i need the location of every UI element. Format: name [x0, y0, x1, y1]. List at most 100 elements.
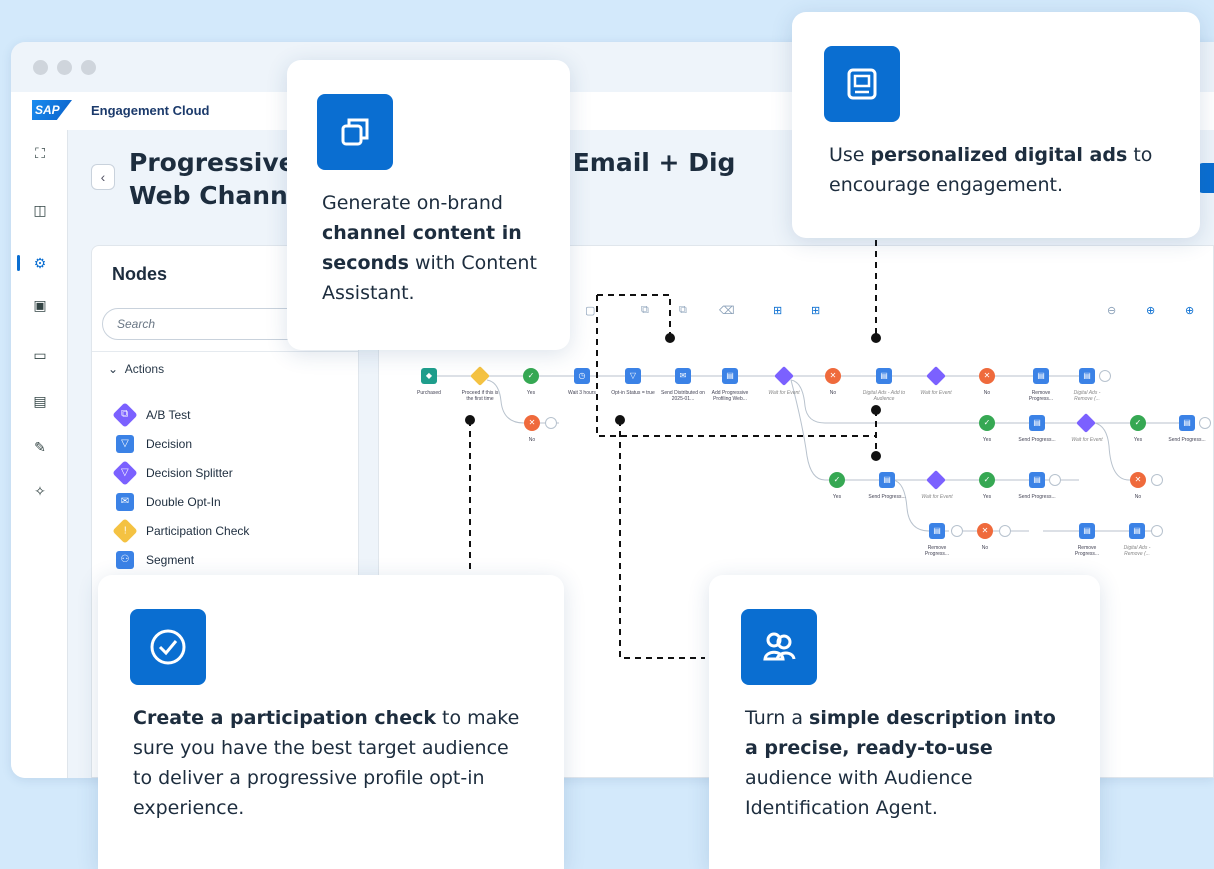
node-item-label: Decision Splitter — [146, 465, 233, 480]
delete-icon[interactable]: ⌫ — [719, 304, 735, 317]
extensions-icon[interactable]: ✧ — [31, 482, 49, 500]
flow-label: Yes — [982, 494, 992, 500]
node-item-double-opt-in[interactable]: ✉ Double Opt-In — [116, 487, 249, 516]
flow-node-optin[interactable]: ▽ — [625, 368, 641, 384]
flow-node-yes-5[interactable]: ✓ — [979, 472, 995, 488]
display-ad-icon — [824, 46, 900, 122]
analytics-icon[interactable]: ◫ — [31, 201, 49, 219]
nodes-title: Nodes — [112, 264, 168, 284]
node-item-decision-splitter[interactable]: ▽ Decision Splitter — [112, 458, 249, 487]
flow-label: Yes — [526, 390, 536, 396]
flow-node-yes-2[interactable]: ✓ — [979, 415, 995, 431]
connector-dot — [665, 333, 675, 343]
flow-node-no-3[interactable]: ✕ — [979, 368, 995, 384]
people-icon — [741, 609, 817, 685]
flow-node-purchased[interactable]: ◆ — [421, 368, 437, 384]
flow-end-node — [1049, 474, 1061, 486]
flow-node-no-4[interactable]: ✕ — [1130, 472, 1146, 488]
zoom-in-icon[interactable]: ⊕ — [1146, 304, 1155, 317]
flow-node-send-progress-2[interactable]: ▤ — [1179, 415, 1195, 431]
active-indicator — [17, 255, 20, 271]
page-title-line1: Progressive — [129, 148, 296, 177]
chevron-down-icon: ⌄ — [108, 362, 119, 376]
node-item-label: A/B Test — [146, 407, 191, 422]
flow-label: Add Progressive Profiling Web... — [711, 390, 749, 402]
flow-node-remove-progress[interactable]: ▤ — [1033, 368, 1049, 384]
flow-label: Yes — [1133, 437, 1143, 443]
flow-node-digital-remove-2[interactable]: ▤ — [1129, 523, 1145, 539]
arrange-icon[interactable]: ⊞ — [811, 304, 820, 317]
flow-node-digital-add[interactable]: ▤ — [876, 368, 892, 384]
callout-text: Generate on-brand channel content in sec… — [322, 192, 537, 304]
window-dot-maximize[interactable] — [81, 60, 96, 75]
flow-label: Proceed if this is the first time — [461, 390, 499, 402]
flow-node-send-progress-4[interactable]: ▤ — [1029, 472, 1045, 488]
channels-icon[interactable]: ▭ — [31, 346, 49, 364]
content-icon[interactable]: ▣ — [31, 296, 49, 314]
tools-icon[interactable]: ✎ — [31, 438, 49, 456]
double-opt-in-icon: ✉ — [116, 492, 134, 511]
node-item-label: Double Opt-In — [146, 494, 221, 509]
flow-label: Send Progress... — [1168, 437, 1206, 443]
auto-layout-icon[interactable]: ⊞ — [773, 304, 782, 317]
flow-node-add-progressive[interactable]: ▤ — [722, 368, 738, 384]
flow-node-no-5[interactable]: ✕ — [977, 523, 993, 539]
flow-node-no[interactable]: ✕ — [524, 415, 540, 431]
flow-end-node — [1151, 525, 1163, 537]
flow-node-remove-progress-3[interactable]: ▤ — [1079, 523, 1095, 539]
flow-end-node — [1151, 474, 1163, 486]
window-controls — [33, 60, 96, 75]
node-item-participation-check[interactable]: ! Participation Check — [112, 516, 250, 545]
flow-node-remove-progress-2[interactable]: ▤ — [929, 523, 945, 539]
actions-section-toggle[interactable]: ⌄ Actions — [108, 362, 164, 376]
flow-node-yes[interactable]: ✓ — [523, 368, 539, 384]
flow-label: No — [829, 390, 837, 396]
flow-node-send-progress-3[interactable]: ▤ — [879, 472, 895, 488]
flow-label: Wait for Event — [921, 494, 953, 500]
paste-icon[interactable]: ⧉ — [679, 304, 687, 317]
flow-label: No — [1134, 494, 1142, 500]
connector-dot — [871, 333, 881, 343]
automation-icon[interactable]: ⚙ — [31, 254, 49, 272]
flow-node-wait[interactable]: ◷ — [574, 368, 590, 384]
flow-node-send-progress[interactable]: ▤ — [1029, 415, 1045, 431]
zoom-fit-icon[interactable]: ⊕ — [1185, 304, 1194, 317]
flow-label: Send Progress... — [1018, 494, 1056, 500]
flow-node-yes-4[interactable]: ✓ — [829, 472, 845, 488]
connector-dot — [615, 415, 625, 425]
flow-node-send-distributed[interactable]: ✉ — [675, 368, 691, 384]
journeys-icon[interactable]: ⛶ — [31, 144, 49, 162]
catalog-icon[interactable]: ▤ — [31, 392, 49, 410]
back-button[interactable]: ‹ — [91, 164, 115, 190]
flow-node-yes-3[interactable]: ✓ — [1130, 415, 1146, 431]
connector-dot — [465, 415, 475, 425]
comment-icon[interactable]: ▢ — [585, 304, 595, 317]
decision-icon: ▽ — [116, 434, 134, 453]
flow-label: Opt-in Status = true — [611, 390, 655, 396]
flow-label: Remove Progress... — [924, 545, 950, 557]
connector-dot — [871, 451, 881, 461]
flow-end-node — [999, 525, 1011, 537]
callout-text: Create a participation check to make sur… — [133, 707, 520, 819]
flow-node-digital-remove[interactable]: ▤ — [1079, 368, 1095, 384]
node-item-segment[interactable]: ⚇ Segment — [116, 545, 249, 574]
sap-logo[interactable]: SAP — [32, 100, 72, 120]
node-item-decision[interactable]: ▽ Decision — [116, 429, 249, 458]
ab-test-icon: ⧉ — [112, 401, 138, 428]
copy-icon[interactable]: ⧉ — [641, 304, 649, 317]
copy-icon — [317, 94, 393, 170]
window-dot-close[interactable] — [33, 60, 48, 75]
flow-end-node — [951, 525, 963, 537]
flow-end-node — [1199, 417, 1211, 429]
flow-node-no-2[interactable]: ✕ — [825, 368, 841, 384]
flow-label: No — [983, 390, 991, 396]
flow-label: Send Distributed on 2025-01... — [661, 390, 705, 402]
flow-end-node — [545, 417, 557, 429]
app-name[interactable]: Engagement Cloud — [91, 103, 209, 118]
node-item-ab-test[interactable]: ⧉ A/B Test — [112, 400, 249, 429]
side-navigation: ⛶ ◫ ⚙ ▣ ▭ ▤ ✎ ✧ — [11, 130, 68, 778]
callout-content-assistant: Generate on-brand channel content in sec… — [287, 60, 570, 350]
zoom-out-icon[interactable]: ⊖ — [1107, 304, 1116, 317]
node-item-label: Participation Check — [146, 523, 250, 538]
window-dot-minimize[interactable] — [57, 60, 72, 75]
